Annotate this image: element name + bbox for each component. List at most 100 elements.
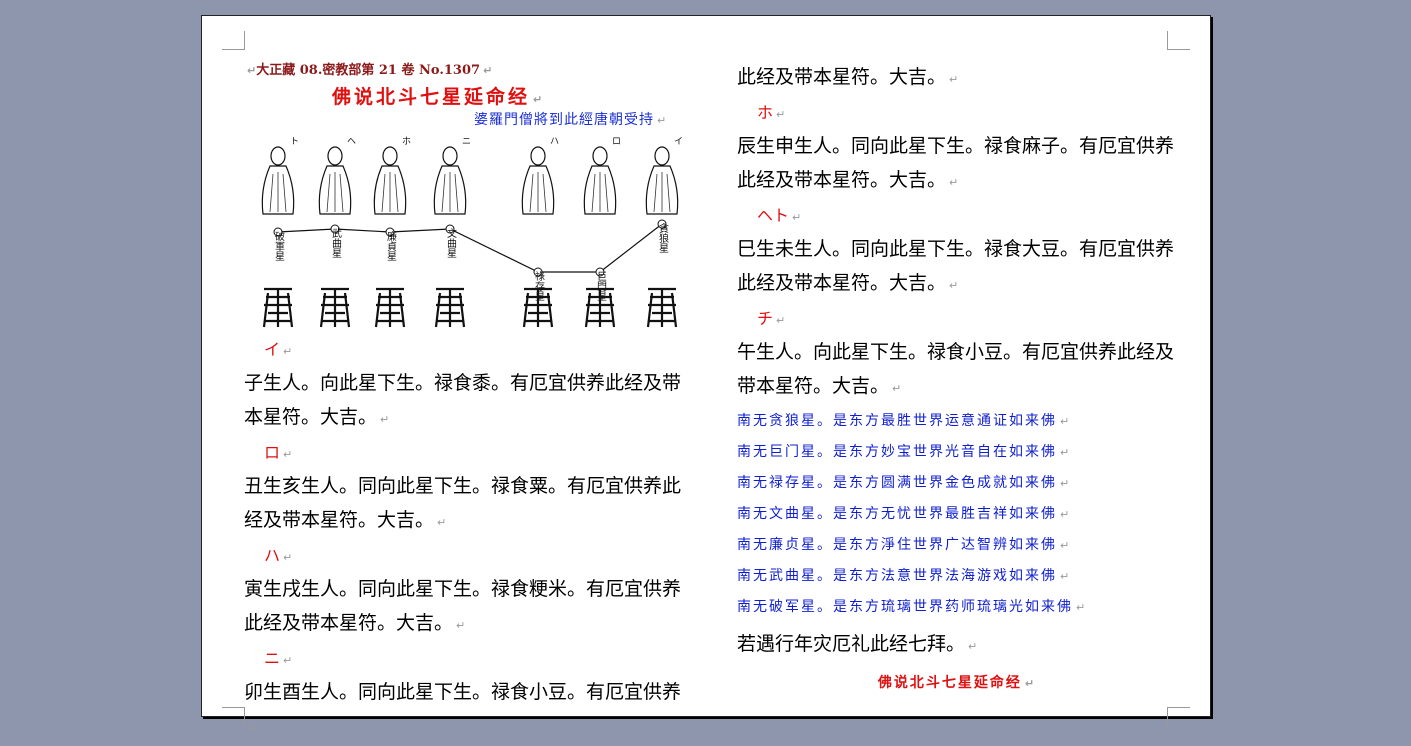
section-label-text: ホ	[757, 103, 774, 122]
buddha-line-text: 南无武曲星。是东方法意世界法海游戏如来佛	[737, 568, 1057, 584]
paragraph-mark: ↵	[283, 345, 293, 358]
deity-figure: ヘ	[318, 137, 356, 215]
document-page[interactable]: ↵大正藏 08.密教部第 21 卷 No.1307 ↵ 佛说北斗七星延命经 ↵ 婆羅…	[201, 15, 1211, 735]
paragraph-mark: ↵	[1060, 446, 1072, 459]
left-column: イ ↵ 子生人。向此星下生。禄食黍。有厄宜供养此经及带本星符。大吉。 ↵ ロ ↵ 丑生亥生人…	[244, 334, 684, 746]
section-label: ロ ↵	[264, 437, 684, 469]
section-text: 辰生申生人。同向此星下生。禄食麻子。有厄宜供养此经及带本星符。大吉。 ↵	[737, 129, 1177, 200]
section-label: イ ↵	[264, 334, 684, 366]
paragraph-mark: ↵	[1060, 415, 1072, 428]
buddha-line: 南无破军星。是东方琉璃世界药师琉璃光如来佛 ↵	[737, 592, 1177, 623]
right-column: 此经及带本星符。大吉。 ↵ ホ ↵ 辰生申生人。同向此星下生。禄食麻子。有厄宜供养此经…	[737, 60, 1177, 692]
buddha-line-text: 南无禄存星。是东方圆满世界金色成就如来佛	[737, 475, 1057, 491]
paragraph-mark: ↵	[283, 654, 293, 667]
footer-title: 佛说北斗七星延命经 ↵	[877, 675, 1037, 691]
section-label: チ ↵	[757, 303, 1177, 335]
paragraph-mark: ↵	[792, 211, 802, 224]
paragraph-mark: ↵	[380, 413, 390, 426]
section-text-content: 卯生酉生人。同向此星下生。禄食小豆。有厄宜供养	[244, 681, 682, 703]
buddha-list: 南无贪狼星。是东方最胜世界运意通证如来佛 ↵ 南无巨门星。是东方妙宝世界光音自在如来…	[737, 406, 1177, 623]
star-name-label: 文曲星	[445, 227, 457, 258]
svg-text:イ: イ	[674, 137, 683, 147]
talisman-glyph	[319, 287, 351, 328]
svg-text:ホ: ホ	[402, 136, 411, 147]
crop-mark-top-left	[222, 31, 245, 50]
crop-mark-bottom-left	[222, 707, 245, 726]
buddha-line-text: 南无廉贞星。是东方淨住世界广达智辨如来佛	[737, 537, 1057, 553]
section-text: 巳生未生人。同向此星下生。禄食大豆。有厄宜供养此经及带本星符。大吉。 ↵	[737, 232, 1177, 303]
section-text: 午生人。向此星下生。禄食小豆。有厄宜供养此经及带本星符。大吉。 ↵	[737, 335, 1177, 406]
buddha-line-text: 南无贪狼星。是东方最胜世界运意通证如来佛	[737, 413, 1057, 429]
buddha-line-text: 南无巨门星。是东方妙宝世界光音自在如来佛	[737, 444, 1057, 460]
paragraph-mark: ↵	[1076, 601, 1088, 614]
buddha-line: 南无文曲星。是东方无忧世界最胜吉祥如来佛 ↵	[737, 499, 1177, 530]
talisman-glyph	[434, 287, 466, 328]
translator-line: 婆羅門僧將到此經唐朝受持 ↵	[474, 112, 668, 128]
paragraph-mark: ↵	[283, 551, 293, 564]
section-label: ハ ↵	[264, 540, 684, 572]
deity-figure: ハ	[521, 137, 559, 215]
talisman-glyph	[262, 287, 294, 328]
svg-text:ニ: ニ	[462, 137, 471, 147]
paragraph-mark: ↵	[776, 314, 786, 327]
paragraph-mark: ↵	[1060, 570, 1072, 583]
section-text-content: 丑生亥生人。同向此星下生。禄食粟。有厄宜供养此经及带本星符。大吉。	[244, 475, 682, 531]
closing-text: 若遇行年灾厄礼此经七拜。 ↵	[737, 633, 978, 655]
deity-figure: イ	[645, 137, 683, 215]
section-text: 卯生酉生人。同向此星下生。禄食小豆。有厄宜供养 ↵	[244, 675, 684, 746]
talisman-glyph	[374, 287, 406, 328]
section-label-text: ロ	[264, 443, 281, 462]
section-text-content: 子生人。向此星下生。禄食黍。有厄宜供养此经及带本星符。大吉。	[244, 372, 682, 428]
section-label: ヘト ↵	[757, 200, 1177, 232]
paragraph-mark: ↵	[1060, 539, 1072, 552]
deity-figure: ニ	[433, 137, 471, 215]
svg-text:ハ: ハ	[550, 137, 559, 147]
buddha-line: 南无武曲星。是东方法意世界法海游戏如来佛 ↵	[737, 561, 1177, 592]
section-text: 丑生亥生人。同向此星下生。禄食粟。有厄宜供养此经及带本星符。大吉。 ↵	[244, 469, 684, 540]
section-label-text: ニ	[264, 649, 281, 668]
buddha-line: 南无巨门星。是东方妙宝世界光音自在如来佛 ↵	[737, 437, 1177, 468]
paragraph-mark: ↵	[949, 279, 959, 292]
section-label-text: チ	[757, 309, 774, 328]
continued-text: 此经及带本星符。大吉。 ↵	[737, 66, 959, 88]
svg-text:ト: ト	[290, 137, 299, 147]
paragraph-mark: ↵	[437, 516, 447, 529]
buddha-line-text: 南无破军星。是东方琉璃世界药师琉璃光如来佛	[737, 599, 1073, 615]
buddha-line: 南无禄存星。是东方圆满世界金色成就如来佛 ↵	[737, 468, 1177, 499]
buddha-line-text: 南无文曲星。是东方无忧世界最胜吉祥如来佛	[737, 506, 1057, 522]
buddha-line: 南无廉贞星。是东方淨住世界广达智辨如来佛 ↵	[737, 530, 1177, 561]
source-reference: ↵大正藏 08.密教部第 21 卷 No.1307 ↵	[247, 63, 493, 78]
talisman-glyph	[646, 287, 678, 328]
paragraph-mark: ↵	[1060, 477, 1072, 490]
section-label-text: ハ	[264, 546, 281, 565]
crop-mark-bottom-right	[1167, 707, 1190, 726]
section-label-text: ヘト	[757, 206, 790, 225]
seven-stars-illustration: トヘホニハロイ 破軍星 武曲星 廉貞星 文曲星祿存星 巨門星貪狼星	[261, 136, 683, 328]
section-label-text: イ	[264, 340, 281, 359]
paragraph-mark: ↵	[776, 108, 786, 121]
section-text-content: 午生人。向此星下生。禄食小豆。有厄宜供养此经及带本星符。大吉。	[737, 341, 1175, 397]
paragraph-mark: ↵	[949, 176, 959, 189]
talisman-glyph	[584, 287, 616, 328]
section-text: 子生人。向此星下生。禄食黍。有厄宜供养此经及带本星符。大吉。 ↵	[244, 366, 684, 437]
sutra-title: 佛说北斗七星延命经 ↵	[332, 86, 546, 108]
section-label: ホ ↵	[757, 97, 1177, 129]
svg-text:ヘ: ヘ	[347, 137, 356, 147]
paragraph-mark: ↵	[1060, 508, 1072, 521]
crop-mark-top-right	[1167, 31, 1190, 50]
buddha-line: 南无贪狼星。是东方最胜世界运意通证如来佛 ↵	[737, 406, 1177, 437]
paragraph-mark: ↵	[456, 619, 466, 632]
deity-figure: ロ	[583, 137, 621, 215]
deity-figure: ホ	[373, 136, 411, 215]
star-name-label: 廉貞星	[385, 230, 397, 261]
paragraph-mark: ↵	[892, 382, 902, 395]
talisman-glyph	[522, 287, 554, 328]
paragraph-mark: ↵	[283, 448, 293, 461]
star-name-label: 破軍星	[273, 230, 285, 261]
star-name-label: 武曲星	[330, 227, 342, 258]
deity-figure: ト	[261, 137, 299, 215]
svg-text:ロ: ロ	[612, 137, 621, 147]
section-text: 寅生戌生人。同向此星下生。禄食粳米。有厄宜供养此经及带本星符。大吉。 ↵	[244, 572, 684, 643]
paragraph-mark: ↵	[247, 722, 257, 735]
section-label: ニ ↵	[264, 643, 684, 675]
